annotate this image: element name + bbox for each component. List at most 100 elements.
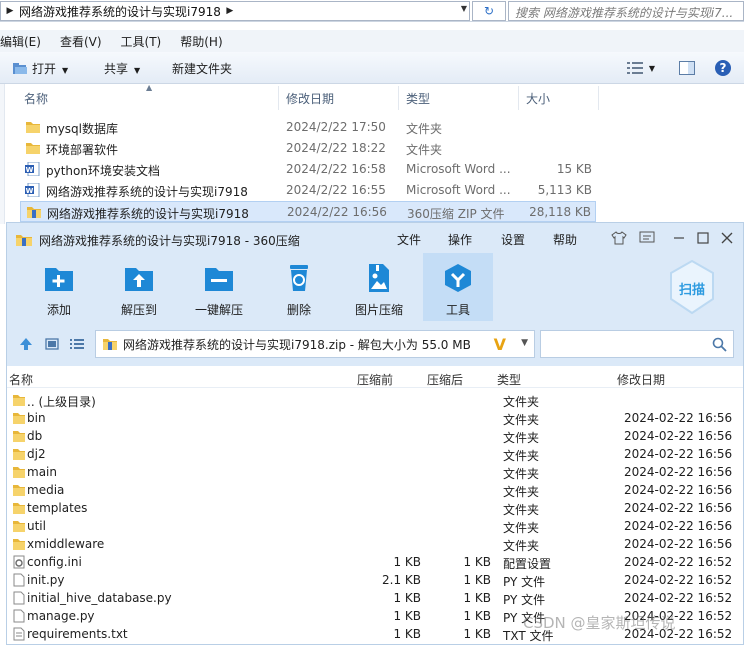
explorer-toolbar: 打开 ▼ 共享 ▼ 新建文件夹 ▼ ? [0,52,744,84]
zip-menu-operate[interactable]: 操作 [448,231,472,248]
maximize-button[interactable] [693,229,713,247]
share-button[interactable]: 共享 ▼ [104,60,140,77]
zip-window: 网络游戏推荐系统的设计与实现i7918 - 360压缩 文件 操作 设置 帮助 … [6,222,744,645]
file-name: python环境安装文档 [46,164,160,178]
extract-to-button[interactable]: 解压到 [104,253,174,321]
column-type[interactable]: 类型 [406,90,430,107]
file-row[interactable]: W 网络游戏推荐系统的设计与实现i7918 2024/2/22 16:55 Mi… [20,180,596,201]
zip-file-row[interactable]: util 文件夹 2024-02-22 16:56 [7,517,743,535]
zip-file-row[interactable]: dj2 文件夹 2024-02-22 16:56 [7,445,743,463]
zip-column-uncompressed[interactable]: 压缩后 [427,371,463,388]
file-row[interactable]: W python环境安装文档 2024/2/22 16:58 Microsoft… [20,159,596,180]
folder-icon [13,395,25,406]
image-compress-button[interactable]: 图片压缩 [344,253,414,321]
refresh-button[interactable]: ↻ [472,1,506,21]
zip-file-uncompressed-size: 1 KB [463,609,491,623]
file-icon [13,573,25,587]
menu-edit[interactable]: 编辑(E) [0,33,41,50]
archive-path-field[interactable]: 网络游戏推荐系统的设计与实现i7918.zip - 解包大小为 55.0 MB … [95,330,535,358]
column-divider[interactable] [398,86,399,110]
one-click-extract-button[interactable]: 一键解压 [184,253,254,321]
breadcrumb-arrow-icon[interactable]: ▶ [1,6,19,16]
column-divider[interactable] [518,86,519,110]
zip-file-name: db [27,429,43,443]
search-icon[interactable] [712,337,727,352]
file-date: 2024/2/22 18:22 [286,141,386,155]
refresh-icon: ↻ [483,4,495,18]
zip-file-row[interactable]: bin 文件夹 2024-02-22 16:56 [7,409,743,427]
zip-file-uncompressed-size: 1 KB [463,591,491,605]
menu-tools[interactable]: 工具(T) [121,33,162,50]
close-button[interactable] [717,229,737,247]
zip-file-row[interactable]: db 文件夹 2024-02-22 16:56 [7,427,743,445]
zip-file-date: 2024-02-22 16:52 [624,555,733,569]
address-path-field[interactable]: ▶ 网络游戏推荐系统的设计与实现i7918 ▶ ▼ [0,1,470,21]
zip-column-type[interactable]: 类型 [497,371,521,388]
zip-menu-file[interactable]: 文件 [397,231,421,248]
file-icon [13,591,25,605]
file-name: 环境部署软件 [46,143,119,157]
zip-column-name[interactable]: 名称 [9,371,33,388]
column-size[interactable]: 大小 [526,90,550,107]
folder-icon [26,122,40,133]
zip-file-row[interactable]: templates 文件夹 2024-02-22 16:56 [7,499,743,517]
zip-file-type: 文件夹 [503,539,540,553]
list-view-icon [70,339,84,349]
zip-column-compressed[interactable]: 压缩前 [357,371,393,388]
file-type: 文件夹 [406,122,443,136]
delete-label: 删除 [286,303,311,317]
breadcrumb-arrow-icon[interactable]: ▶ [221,6,239,16]
zip-file-row[interactable]: init.py 2.1 KB 1 KB PY 文件 2024-02-22 16:52 [7,571,743,589]
zip-file-type: 文件夹 [503,413,540,427]
thumbnail-view-button[interactable] [45,337,59,354]
tools-button[interactable]: 工具 [423,253,493,321]
zip-archive-icon [103,339,117,350]
up-level-button[interactable] [19,337,33,354]
zip-file-row[interactable]: .. (上级目录) 文件夹 [7,391,743,409]
column-date[interactable]: 修改日期 [286,90,334,107]
close-icon [721,232,733,244]
column-divider[interactable] [278,86,279,110]
explorer-search-input[interactable]: 搜索 网络游戏推荐系统的设计与实现i7... [508,1,744,21]
zip-menu-settings[interactable]: 设置 [501,231,525,248]
zip-file-compressed-size: 1 KB [393,609,421,623]
delete-button[interactable]: 删除 [264,253,334,321]
skin-button[interactable] [609,229,629,247]
column-name[interactable]: 名称 [24,90,48,107]
feedback-button[interactable] [637,229,657,247]
column-divider[interactable] [598,86,599,110]
zip-file-row[interactable]: xmiddleware 文件夹 2024-02-22 16:56 [7,535,743,553]
new-folder-button[interactable]: 新建文件夹 [172,60,232,77]
zip-menu-help[interactable]: 帮助 [553,231,577,248]
zip-file-row[interactable]: config.ini 1 KB 1 KB 配置设置 2024-02-22 16:52 [7,553,743,571]
scan-button[interactable]: 扫描 [667,259,717,315]
menu-view[interactable]: 查看(V) [60,33,102,50]
add-button[interactable]: 添加 [24,253,94,321]
zip-search-input[interactable] [540,330,734,358]
preview-pane-button[interactable] [678,58,696,78]
navigation-pane[interactable] [0,84,5,224]
folder-icon [13,449,25,460]
list-view-button[interactable] [70,337,84,354]
path-dropdown-icon[interactable]: ▼ [521,338,528,348]
zip-file-row[interactable]: initial_hive_database.py 1 KB 1 KB PY 文件 202… [7,589,743,607]
file-row[interactable]: 环境部署软件 2024/2/22 18:22 文件夹 [20,138,596,159]
file-type: Microsoft Word ... [406,183,511,197]
view-options-button[interactable]: ▼ [622,58,660,78]
zip-file-name: config.ini [27,555,82,569]
file-row-selected[interactable]: 网络游戏推荐系统的设计与实现i7918 2024/2/22 16:56 360压… [20,201,596,222]
checkmark-v-icon[interactable]: V [494,335,506,354]
open-button[interactable]: 打开 ▼ [12,60,68,77]
help-button[interactable]: ? [714,58,732,78]
zip-column-date[interactable]: 修改日期 [617,371,665,388]
zip-file-row[interactable]: main 文件夹 2024-02-22 16:56 [7,463,743,481]
zip-file-compressed-size: 1 KB [393,555,421,569]
zip-file-row[interactable]: media 文件夹 2024-02-22 16:56 [7,481,743,499]
address-dropdown-icon[interactable]: ▼ [461,4,467,13]
zip-file-uncompressed-size: 1 KB [463,573,491,587]
menu-help[interactable]: 帮助(H) [180,33,222,50]
extract-to-icon [125,268,153,291]
zip-archive-icon [27,207,41,218]
minimize-button[interactable] [669,229,689,247]
file-row[interactable]: mysql数据库 2024/2/22 17:50 文件夹 [20,117,596,138]
